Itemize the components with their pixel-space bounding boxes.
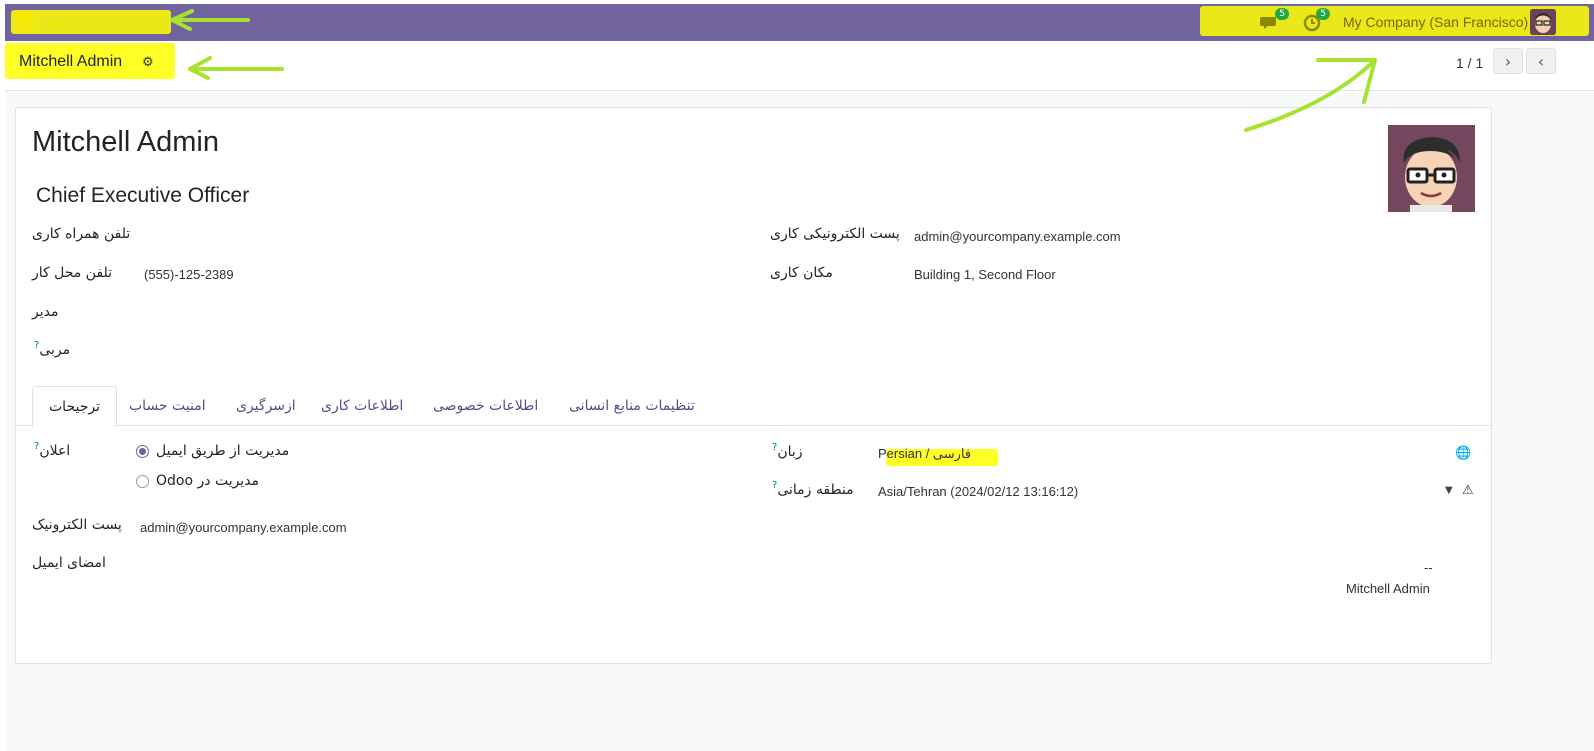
help-icon[interactable]: ? (34, 441, 39, 452)
timezone-label: منطقه زمانی? (770, 480, 854, 498)
notify-email-label[interactable]: مدیریت از طریق ایمیل (156, 443, 289, 459)
signature-dashes: -- (1424, 560, 1433, 575)
apps-menu-icon[interactable] (17, 11, 35, 29)
signature-field[interactable]: Mitchell Admin (1346, 581, 1430, 596)
work-mobile-label: تلفن همراه کاری (32, 226, 131, 242)
activities-badge: 5 (1316, 8, 1330, 20)
coach-label: مربی? (32, 340, 71, 358)
tab-work-information[interactable]: اطلاعات کاری (305, 386, 419, 426)
work-email-field[interactable]: admin@yourcompany.example.com (914, 229, 1121, 244)
notification-label: اعلان? (32, 441, 71, 459)
pager-value[interactable]: 1 / 1 (1456, 55, 1483, 71)
help-icon[interactable]: ? (34, 340, 39, 351)
tab-private-information[interactable]: اطلاعات خصوصی (417, 386, 554, 426)
employee-name-field[interactable]: Mitchell Admin (32, 126, 219, 159)
manager-label: مدیر (32, 304, 59, 320)
notebook-tabs: ترجیحات امنیت حساب ازسرگیری اطلاعات کاری… (16, 386, 1491, 427)
avatar-face-icon (1388, 125, 1475, 212)
timezone-select[interactable]: Asia/Tehran (2024/02/12 13:16:12) (878, 484, 1078, 499)
timezone-label-text: منطقه زمانی (777, 482, 854, 498)
work-email-label: پست الکترونیکی کاری (770, 226, 900, 242)
top-navbar: بحث 5 5 My Company (San Francisco) (5, 4, 1594, 41)
email-label: پست الکترونیک (32, 517, 122, 533)
work-phone-field[interactable]: (555)-125-2389 (144, 267, 234, 282)
highlight-mark (11, 10, 171, 34)
notify-odoo-label[interactable]: مدیریت در Odoo (156, 473, 259, 489)
activities-button[interactable]: 5 (1298, 8, 1330, 34)
gear-icon[interactable]: ⚙ (142, 55, 154, 70)
globe-icon[interactable]: 🌐 (1455, 446, 1471, 461)
warning-icon: ⚠ (1462, 483, 1474, 498)
pager-prev-button[interactable]: ‹ (1526, 48, 1556, 74)
job-title-field[interactable]: Chief Executive Officer (36, 184, 249, 208)
control-panel: Mitchell Admin ⚙ 1 / 1 › ‹ (5, 41, 1594, 91)
email-field[interactable]: admin@yourcompany.example.com (140, 520, 347, 535)
breadcrumb-title: Mitchell Admin (19, 53, 123, 70)
tab-account-security[interactable]: امنیت حساب (113, 386, 222, 426)
work-phone-label: تلفن محل کار (32, 265, 113, 281)
coach-label-text: مربی (39, 342, 71, 358)
language-label: زبان? (770, 442, 803, 460)
work-location-label: مکان کاری (770, 265, 833, 281)
messages-button[interactable]: 5 (1257, 8, 1289, 34)
language-label-text: زبان (777, 444, 803, 460)
tab-hr-settings[interactable]: تنظیمات منابع انسانی (553, 386, 711, 426)
chevron-right-icon: › (1504, 51, 1512, 71)
language-select[interactable]: Persian / فارسی (878, 446, 971, 462)
tab-preferences[interactable]: ترجیحات (32, 386, 117, 427)
pager-next-button[interactable]: › (1493, 48, 1523, 74)
tab-resume[interactable]: ازسرگیری (220, 386, 312, 426)
help-icon[interactable]: ? (772, 442, 777, 453)
radio-notify-email[interactable] (136, 445, 149, 458)
email-signature-label: امضای ایمیل (32, 555, 106, 571)
notification-label-text: اعلان (39, 443, 71, 459)
messages-badge: 5 (1275, 8, 1289, 20)
employee-form-sheet: Mitchell Admin Chief Executive Officer ت… (15, 107, 1492, 664)
user-avatar[interactable] (1530, 9, 1556, 35)
help-icon[interactable]: ? (772, 480, 777, 491)
company-switcher[interactable]: My Company (San Francisco) (1343, 14, 1528, 30)
employee-photo[interactable] (1388, 125, 1475, 212)
radio-notify-odoo[interactable] (136, 475, 149, 488)
work-location-field[interactable]: Building 1, Second Floor (914, 267, 1056, 282)
chevron-left-icon: ‹ (1537, 51, 1545, 71)
search-label[interactable]: بحث (47, 12, 76, 30)
avatar-face-icon (1530, 9, 1556, 35)
caret-down-icon[interactable]: ▼ (1445, 485, 1453, 496)
